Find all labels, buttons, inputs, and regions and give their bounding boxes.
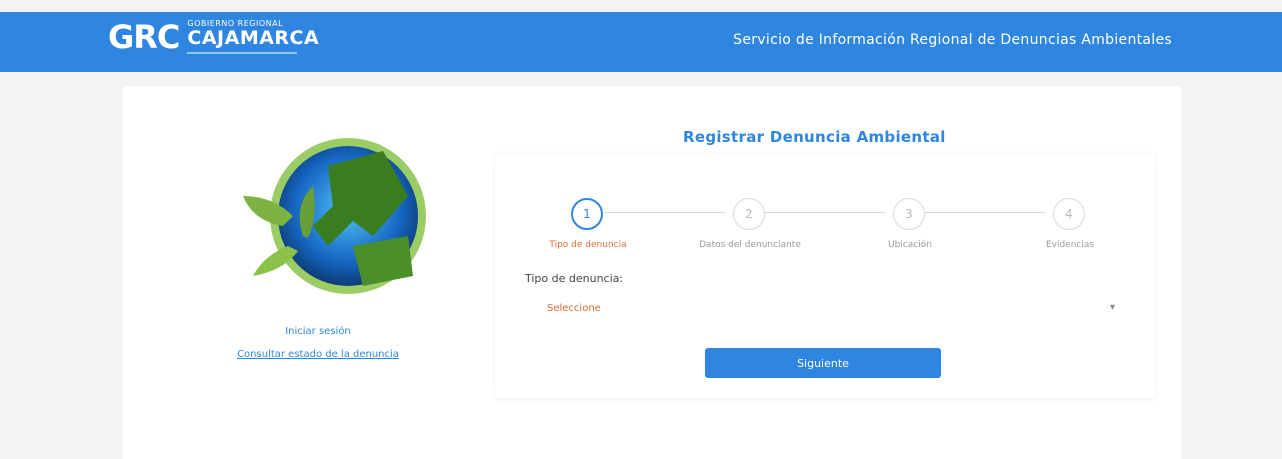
step-2-label: Datos del denunciante <box>699 240 801 250</box>
main-card: Iniciar sesión Consultar estado de la de… <box>123 86 1181 459</box>
logo-line2: CAJAMARCA <box>187 27 320 49</box>
step-3-circle[interactable]: 3 <box>893 198 925 230</box>
step-3-label: Ubicación <box>888 240 932 250</box>
header-title: Servicio de Información Regional de Denu… <box>733 32 1172 48</box>
logo-mark: GRC <box>108 18 180 56</box>
logo[interactable]: GRC GOBIERNO REGIONAL CAJAMARCA <box>108 18 319 56</box>
logo-text: GOBIERNO REGIONAL CAJAMARCA <box>187 20 319 54</box>
login-link[interactable]: Iniciar sesión <box>173 326 463 337</box>
step-4-label: Evidencias <box>1045 240 1095 250</box>
form-title: Registrar Denuncia Ambiental <box>683 128 946 146</box>
step-4-circle[interactable]: 4 <box>1053 198 1085 230</box>
step-1-circle[interactable]: 1 <box>571 198 603 230</box>
step-connector <box>605 212 725 213</box>
consult-status-link[interactable]: Consultar estado de la denuncia <box>173 349 463 360</box>
step-2-circle[interactable]: 2 <box>733 198 765 230</box>
stepper: 1 2 3 4 Tipo de denuncia Datos del denun… <box>525 192 1094 252</box>
denuncia-type-select[interactable]: Seleccione ▾ <box>525 292 1125 326</box>
step-1-label: Tipo de denuncia <box>549 240 627 250</box>
form-card: 1 2 3 4 Tipo de denuncia Datos del denun… <box>495 154 1155 398</box>
denuncia-type-label: Tipo de denuncia: <box>525 272 624 285</box>
top-header-bar: GRC GOBIERNO REGIONAL CAJAMARCA Servicio… <box>0 12 1282 72</box>
step-connector <box>765 212 885 213</box>
select-value: Seleccione <box>547 303 601 314</box>
chevron-down-icon: ▾ <box>1109 302 1115 313</box>
environment-globe-logo <box>233 126 426 316</box>
next-button[interactable]: Siguiente <box>705 348 941 378</box>
logo-underline <box>187 52 298 54</box>
step-connector <box>925 212 1045 213</box>
